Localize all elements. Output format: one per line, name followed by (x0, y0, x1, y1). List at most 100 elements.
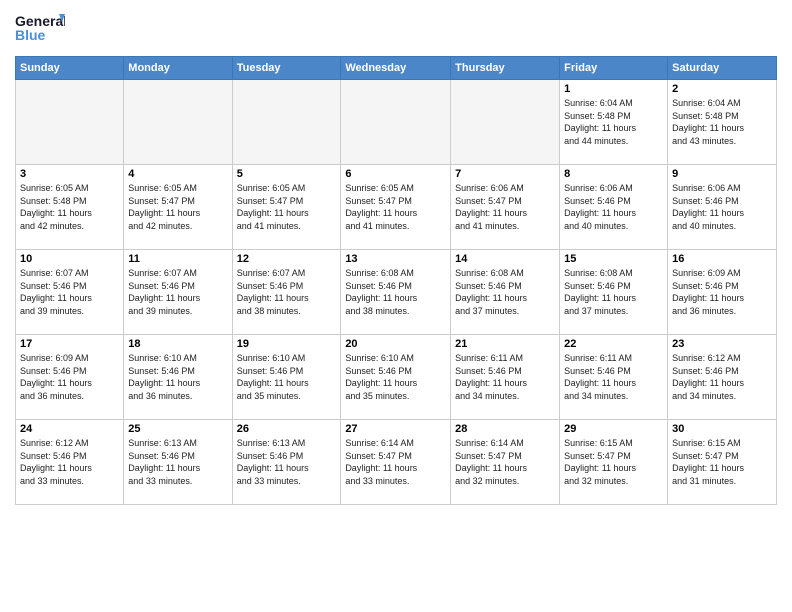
calendar-cell: 18 Sunrise: 6:10 AM Sunset: 5:46 PM Dayli… (124, 335, 232, 420)
week-row-1: 1 Sunrise: 6:04 AM Sunset: 5:48 PM Daylig… (16, 80, 777, 165)
calendar-cell: 13 Sunrise: 6:08 AM Sunset: 5:46 PM Dayli… (341, 250, 451, 335)
calendar-cell: 6 Sunrise: 6:05 AM Sunset: 5:47 PM Daylig… (341, 165, 451, 250)
page-header: General Blue (15, 10, 777, 48)
day-number: 3 (20, 168, 119, 180)
day-number: 21 (455, 338, 555, 350)
day-info: Sunrise: 6:10 AM Sunset: 5:46 PM Dayligh… (128, 352, 227, 402)
calendar-header-row: SundayMondayTuesdayWednesdayThursdayFrid… (16, 57, 777, 80)
day-info: Sunrise: 6:11 AM Sunset: 5:46 PM Dayligh… (455, 352, 555, 402)
week-row-4: 17 Sunrise: 6:09 AM Sunset: 5:46 PM Dayli… (16, 335, 777, 420)
day-number: 15 (564, 253, 663, 265)
day-info: Sunrise: 6:06 AM Sunset: 5:46 PM Dayligh… (564, 182, 663, 232)
calendar-body: 1 Sunrise: 6:04 AM Sunset: 5:48 PM Daylig… (16, 80, 777, 505)
day-info: Sunrise: 6:14 AM Sunset: 5:47 PM Dayligh… (345, 437, 446, 487)
day-info: Sunrise: 6:10 AM Sunset: 5:46 PM Dayligh… (345, 352, 446, 402)
header-monday: Monday (124, 57, 232, 80)
day-number: 22 (564, 338, 663, 350)
header-friday: Friday (560, 57, 668, 80)
day-info: Sunrise: 6:10 AM Sunset: 5:46 PM Dayligh… (237, 352, 337, 402)
week-row-3: 10 Sunrise: 6:07 AM Sunset: 5:46 PM Dayli… (16, 250, 777, 335)
calendar-cell: 7 Sunrise: 6:06 AM Sunset: 5:47 PM Daylig… (451, 165, 560, 250)
calendar-cell: 20 Sunrise: 6:10 AM Sunset: 5:46 PM Dayli… (341, 335, 451, 420)
calendar-cell: 14 Sunrise: 6:08 AM Sunset: 5:46 PM Dayli… (451, 250, 560, 335)
day-info: Sunrise: 6:07 AM Sunset: 5:46 PM Dayligh… (20, 267, 119, 317)
day-info: Sunrise: 6:15 AM Sunset: 5:47 PM Dayligh… (564, 437, 663, 487)
day-info: Sunrise: 6:07 AM Sunset: 5:46 PM Dayligh… (237, 267, 337, 317)
day-number: 14 (455, 253, 555, 265)
day-info: Sunrise: 6:05 AM Sunset: 5:48 PM Dayligh… (20, 182, 119, 232)
day-number: 12 (237, 253, 337, 265)
logo: General Blue (15, 10, 65, 48)
day-info: Sunrise: 6:05 AM Sunset: 5:47 PM Dayligh… (345, 182, 446, 232)
day-number: 18 (128, 338, 227, 350)
header-tuesday: Tuesday (232, 57, 341, 80)
logo-svg: General Blue (15, 10, 65, 48)
svg-text:Blue: Blue (15, 27, 46, 43)
calendar-cell: 8Sunrise: 6:06 AM Sunset: 5:46 PM Daylig… (560, 165, 668, 250)
calendar-cell: 19Sunrise: 6:10 AM Sunset: 5:46 PM Dayli… (232, 335, 341, 420)
calendar-cell: 3 Sunrise: 6:05 AM Sunset: 5:48 PM Daylig… (16, 165, 124, 250)
day-info: Sunrise: 6:09 AM Sunset: 5:46 PM Dayligh… (672, 267, 772, 317)
week-row-2: 3 Sunrise: 6:05 AM Sunset: 5:48 PM Daylig… (16, 165, 777, 250)
day-number: 16 (672, 253, 772, 265)
calendar-cell: 17 Sunrise: 6:09 AM Sunset: 5:46 PM Dayli… (16, 335, 124, 420)
calendar-cell (16, 80, 124, 165)
day-info: Sunrise: 6:04 AM Sunset: 5:48 PM Dayligh… (672, 97, 772, 147)
day-info: Sunrise: 6:05 AM Sunset: 5:47 PM Dayligh… (128, 182, 227, 232)
header-thursday: Thursday (451, 57, 560, 80)
day-info: Sunrise: 6:07 AM Sunset: 5:46 PM Dayligh… (128, 267, 227, 317)
calendar-cell: 11 Sunrise: 6:07 AM Sunset: 5:46 PM Dayli… (124, 250, 232, 335)
day-info: Sunrise: 6:09 AM Sunset: 5:46 PM Dayligh… (20, 352, 119, 402)
day-number: 30 (672, 423, 772, 435)
day-info: Sunrise: 6:13 AM Sunset: 5:46 PM Dayligh… (237, 437, 337, 487)
day-number: 20 (345, 338, 446, 350)
calendar-cell (124, 80, 232, 165)
day-number: 10 (20, 253, 119, 265)
day-number: 6 (345, 168, 446, 180)
day-info: Sunrise: 6:11 AM Sunset: 5:46 PM Dayligh… (564, 352, 663, 402)
day-number: 28 (455, 423, 555, 435)
calendar-cell: 27 Sunrise: 6:14 AM Sunset: 5:47 PM Dayli… (341, 420, 451, 505)
calendar-cell: 25 Sunrise: 6:13 AM Sunset: 5:46 PM Dayli… (124, 420, 232, 505)
day-number: 17 (20, 338, 119, 350)
calendar-cell: 5 Sunrise: 6:05 AM Sunset: 5:47 PM Daylig… (232, 165, 341, 250)
calendar-cell: 30 Sunrise: 6:15 AM Sunset: 5:47 PM Dayli… (668, 420, 777, 505)
calendar-cell (451, 80, 560, 165)
calendar-cell: 29 Sunrise: 6:15 AM Sunset: 5:47 PM Dayli… (560, 420, 668, 505)
calendar-cell: 10 Sunrise: 6:07 AM Sunset: 5:46 PM Dayli… (16, 250, 124, 335)
calendar-cell: 16 Sunrise: 6:09 AM Sunset: 5:46 PM Dayli… (668, 250, 777, 335)
day-number: 9 (672, 168, 772, 180)
day-info: Sunrise: 6:12 AM Sunset: 5:46 PM Dayligh… (20, 437, 119, 487)
day-number: 5 (237, 168, 337, 180)
calendar-cell: 28Sunrise: 6:14 AM Sunset: 5:47 PM Dayli… (451, 420, 560, 505)
day-number: 27 (345, 423, 446, 435)
day-info: Sunrise: 6:04 AM Sunset: 5:48 PM Dayligh… (564, 97, 663, 147)
day-info: Sunrise: 6:15 AM Sunset: 5:47 PM Dayligh… (672, 437, 772, 487)
calendar-cell: 9 Sunrise: 6:06 AM Sunset: 5:46 PM Daylig… (668, 165, 777, 250)
day-info: Sunrise: 6:08 AM Sunset: 5:46 PM Dayligh… (345, 267, 446, 317)
day-number: 13 (345, 253, 446, 265)
calendar-cell: 21 Sunrise: 6:11 AM Sunset: 5:46 PM Dayli… (451, 335, 560, 420)
day-info: Sunrise: 6:06 AM Sunset: 5:47 PM Dayligh… (455, 182, 555, 232)
calendar-cell: 12 Sunrise: 6:07 AM Sunset: 5:46 PM Dayli… (232, 250, 341, 335)
header-sunday: Sunday (16, 57, 124, 80)
day-info: Sunrise: 6:05 AM Sunset: 5:47 PM Dayligh… (237, 182, 337, 232)
day-number: 25 (128, 423, 227, 435)
calendar-cell: 1 Sunrise: 6:04 AM Sunset: 5:48 PM Daylig… (560, 80, 668, 165)
day-info: Sunrise: 6:12 AM Sunset: 5:46 PM Dayligh… (672, 352, 772, 402)
calendar-cell: 24 Sunrise: 6:12 AM Sunset: 5:46 PM Dayli… (16, 420, 124, 505)
day-info: Sunrise: 6:08 AM Sunset: 5:46 PM Dayligh… (455, 267, 555, 317)
week-row-5: 24 Sunrise: 6:12 AM Sunset: 5:46 PM Dayli… (16, 420, 777, 505)
day-info: Sunrise: 6:08 AM Sunset: 5:46 PM Dayligh… (564, 267, 663, 317)
day-number: 29 (564, 423, 663, 435)
day-info: Sunrise: 6:13 AM Sunset: 5:46 PM Dayligh… (128, 437, 227, 487)
day-number: 11 (128, 253, 227, 265)
day-number: 24 (20, 423, 119, 435)
day-number: 26 (237, 423, 337, 435)
calendar-cell: 23Sunrise: 6:12 AM Sunset: 5:46 PM Dayli… (668, 335, 777, 420)
calendar-cell: 15 Sunrise: 6:08 AM Sunset: 5:46 PM Dayli… (560, 250, 668, 335)
day-info: Sunrise: 6:06 AM Sunset: 5:46 PM Dayligh… (672, 182, 772, 232)
day-number: 1 (564, 83, 663, 95)
day-number: 7 (455, 168, 555, 180)
day-number: 2 (672, 83, 772, 95)
